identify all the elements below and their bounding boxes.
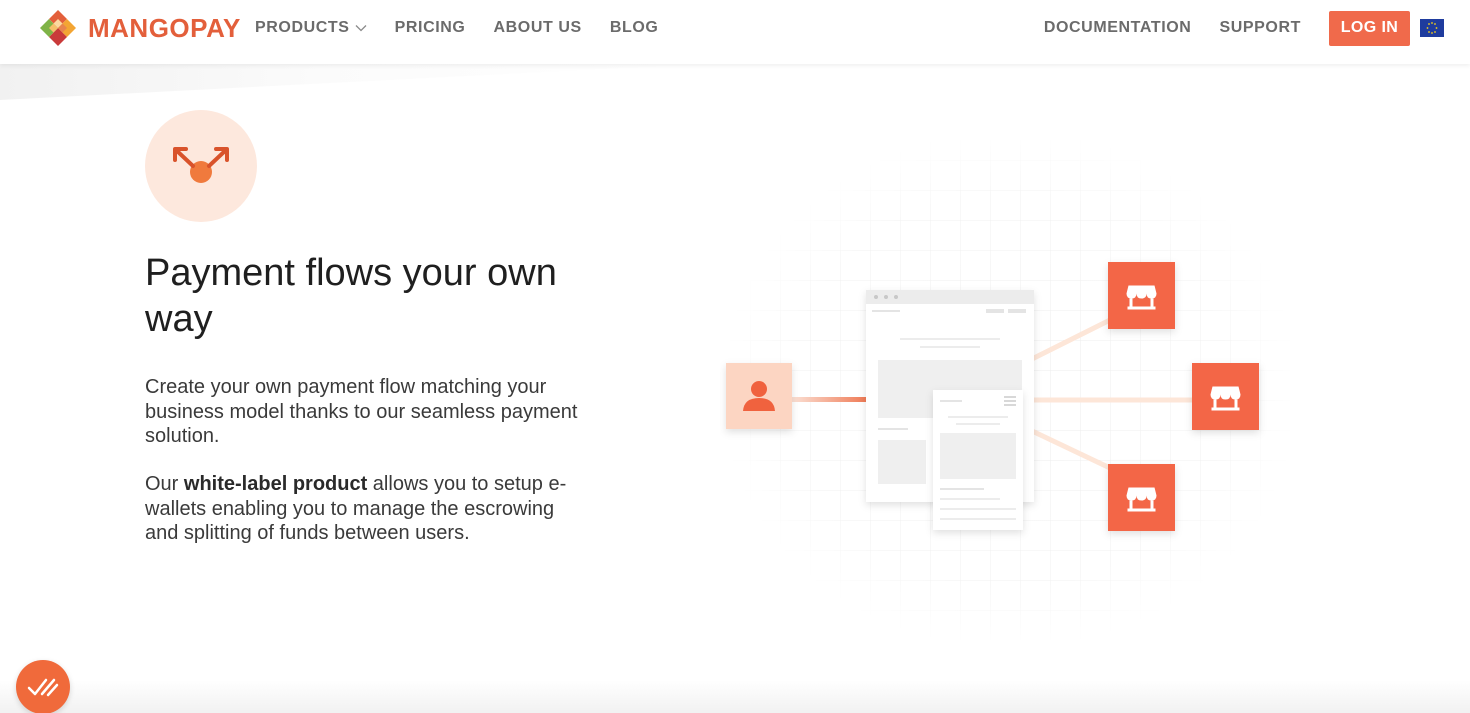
- nav-support-label: SUPPORT: [1219, 19, 1301, 36]
- chevron-down-icon: [355, 25, 367, 32]
- nav-about-us-label: ABOUT US: [493, 19, 582, 36]
- checkmarks-icon: [27, 678, 59, 697]
- secondary-nav: DOCUMENTATION SUPPORT LOG IN: [1044, 0, 1470, 56]
- header-shadow-band: [0, 64, 700, 100]
- nav-pricing[interactable]: PRICING: [395, 19, 466, 37]
- nav-documentation-label: DOCUMENTATION: [1043, 19, 1192, 36]
- nav-about-us[interactable]: ABOUT US: [493, 19, 581, 37]
- mangopay-logo-icon: [40, 10, 76, 46]
- nav-blog-label: BLOG: [609, 19, 659, 36]
- nav-pricing-label: PRICING: [394, 19, 466, 36]
- mobile-window-graphic: [933, 390, 1023, 530]
- login-button[interactable]: LOG IN: [1329, 10, 1410, 46]
- hero-paragraph-1: Create your own payment flow matching yo…: [145, 376, 578, 447]
- help-widget-button[interactable]: [16, 660, 70, 713]
- logo-link[interactable]: MANGOPAY: [40, 10, 241, 46]
- brand-name: MANGOPAY: [88, 12, 241, 43]
- hero-headline: Payment flows your own way: [145, 252, 557, 340]
- site-header: MANGOPAY PRODUCTS PRICING ABOUT US BLOG …: [0, 0, 1470, 64]
- split-arrows-icon: [173, 147, 229, 183]
- nav-documentation[interactable]: DOCUMENTATION: [1044, 19, 1192, 37]
- section-bottom-fade: [0, 680, 1470, 713]
- nav-blog[interactable]: BLOG: [610, 19, 659, 37]
- white-label-product-text: white-label product: [183, 473, 368, 495]
- connector-line: [792, 397, 867, 402]
- feature-icon-circle: [145, 110, 257, 222]
- nav-products[interactable]: PRODUCTS: [255, 19, 367, 37]
- nav-support[interactable]: SUPPORT: [1219, 19, 1301, 37]
- nav-products-label: PRODUCTS: [255, 19, 350, 36]
- primary-nav: PRODUCTS PRICING ABOUT US BLOG: [255, 0, 686, 56]
- paragraph-2-prefix: Our: [145, 473, 184, 495]
- payment-flow-illustration: [720, 130, 1300, 650]
- eu-flag-icon[interactable]: [1420, 19, 1444, 37]
- hero-paragraph-2: Our white-label product allows you to se…: [145, 472, 575, 546]
